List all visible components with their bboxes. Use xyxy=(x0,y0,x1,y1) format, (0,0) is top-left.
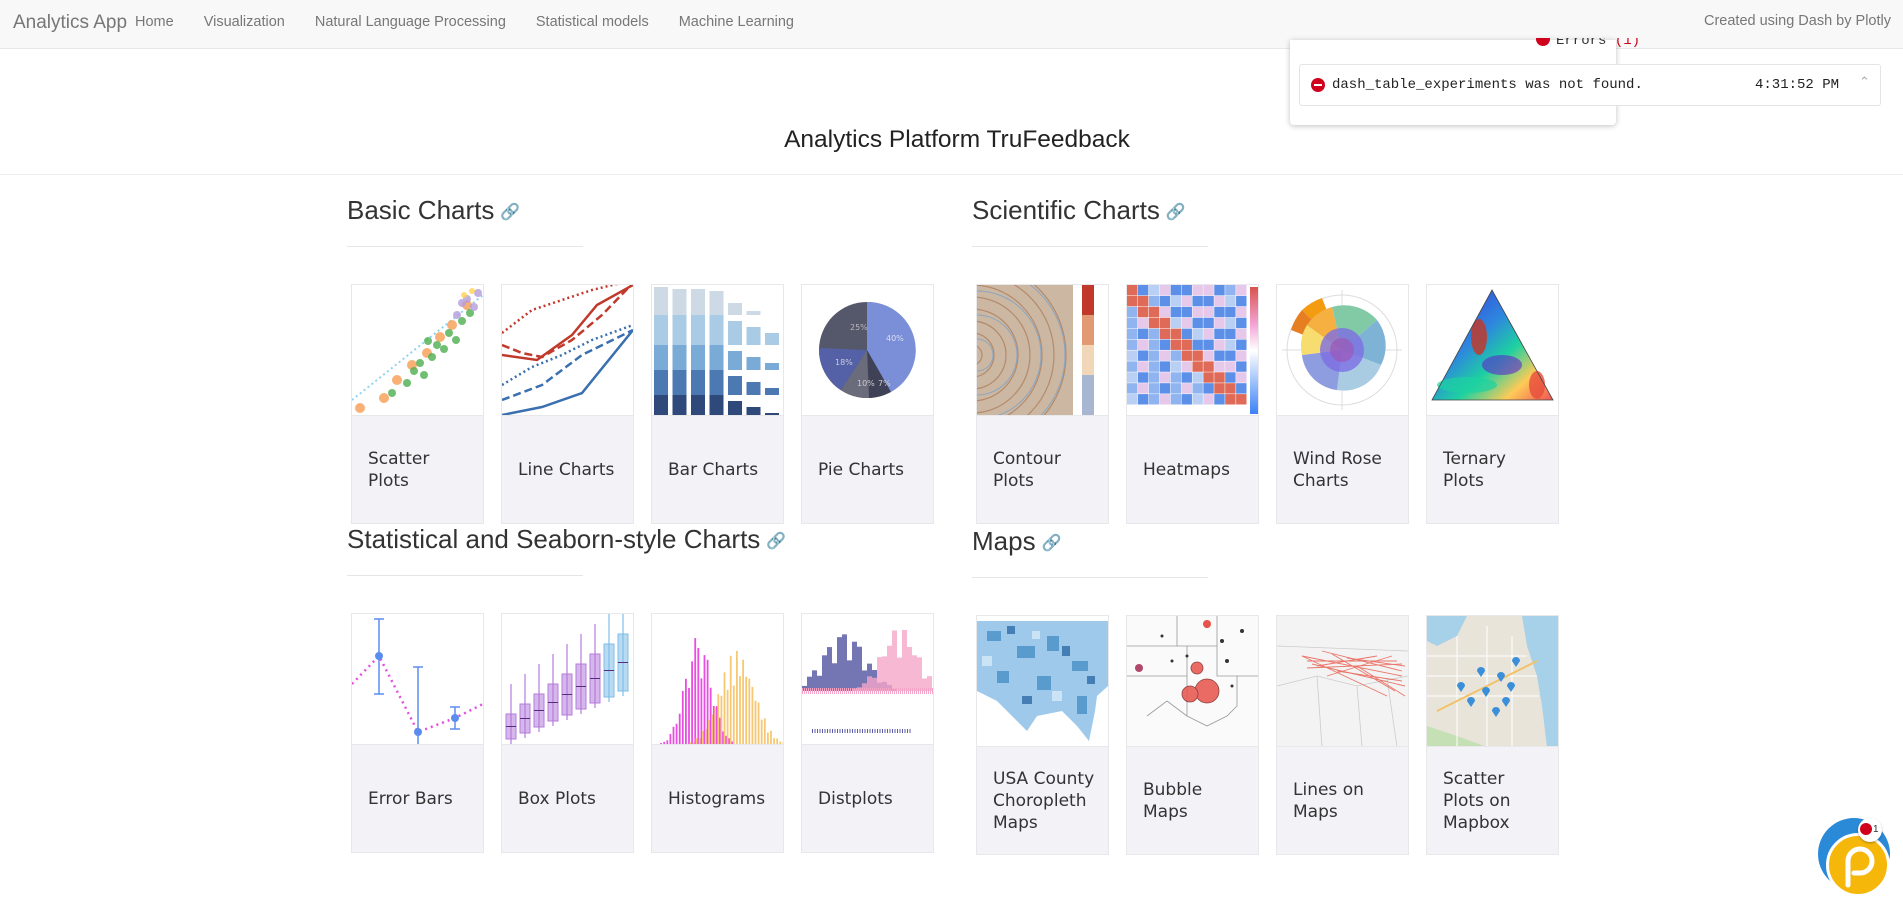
card-bar-charts[interactable]: Bar Charts xyxy=(651,284,784,524)
heatmap-thumbnail xyxy=(1127,285,1258,416)
card-ternary-plots[interactable]: Ternary Plots xyxy=(1426,284,1559,524)
pie-label: 10% xyxy=(857,379,875,388)
error-message: dash_table_experiments was not found. xyxy=(1332,77,1643,93)
card-label: Heatmaps xyxy=(1143,459,1230,480)
card-label: USA County Choropleth Maps xyxy=(993,768,1095,833)
card-scatter-plots-on-mapbox[interactable]: Scatter Plots on Mapbox xyxy=(1426,615,1559,855)
brand[interactable]: Analytics App xyxy=(13,12,127,34)
section-divider xyxy=(347,575,583,576)
card-bubble-maps[interactable]: Bubble Maps xyxy=(1126,615,1259,855)
card-label: Lines on Maps xyxy=(1293,779,1364,822)
card-distplots[interactable]: Distplots xyxy=(801,613,934,853)
card-contour-plots[interactable]: Contour Plots xyxy=(976,284,1109,524)
card-scatter-plots[interactable]: Scatter Plots xyxy=(351,284,484,524)
scatter-thumbnail xyxy=(352,285,483,416)
page-title: Analytics Platform TruFeedback xyxy=(784,126,1130,153)
card-box-plots[interactable]: Box Plots xyxy=(501,613,634,853)
chat-icon[interactable] xyxy=(1826,833,1890,897)
card-lines-on-maps[interactable]: Lines on Maps xyxy=(1276,615,1409,855)
card-pie-charts[interactable]: 25% 40% 18% 10% 7% Pie Charts xyxy=(801,284,934,524)
link-icon[interactable]: 🔗 xyxy=(766,531,786,551)
contour-thumbnail xyxy=(977,285,1108,416)
card-heatmaps[interactable]: Heatmaps xyxy=(1126,284,1259,524)
errors-count: (1) xyxy=(1614,38,1641,49)
created-by-text: Created using Dash by Plotly xyxy=(1704,13,1891,29)
nav-item-nlp[interactable]: Natural Language Processing xyxy=(315,14,506,30)
card-label: Pie Charts xyxy=(818,459,905,480)
nav-item-statistical-models[interactable]: Statistical models xyxy=(536,14,649,30)
nav-item-visualization[interactable]: Visualization xyxy=(204,14,285,30)
section-title-text: Statistical and Seaborn-style Charts xyxy=(347,524,761,554)
card-wind-rose-charts[interactable]: Wind Rose Charts xyxy=(1276,284,1409,524)
ternary-thumbnail xyxy=(1427,285,1558,416)
section-title-text: Maps xyxy=(972,526,1036,556)
card-label: Line Charts xyxy=(518,459,615,480)
link-icon[interactable]: 🔗 xyxy=(1042,533,1062,553)
mapbox-thumbnail xyxy=(1427,616,1558,747)
error-item[interactable]: dash_table_experiments was not found. 4:… xyxy=(1299,64,1881,106)
section-title-scientific-charts: Scientific Charts 🔗 xyxy=(972,195,1186,226)
errors-header[interactable]: Errors (1) xyxy=(1536,38,1640,56)
histogram-thumbnail xyxy=(652,614,783,745)
card-label: Distplots xyxy=(818,788,893,809)
badge-dot xyxy=(1860,823,1872,835)
error-time: 4:31:52 PM xyxy=(1755,77,1840,93)
card-label: Scatter Plots on Mapbox xyxy=(1443,768,1511,833)
nav-items: Home Visualization Natural Language Proc… xyxy=(135,14,824,30)
card-usa-county-choropleth[interactable]: USA County Choropleth Maps xyxy=(976,615,1109,855)
bar-thumbnail xyxy=(652,285,783,416)
card-label: Scatter Plots xyxy=(368,448,430,491)
boxplot-thumbnail xyxy=(502,614,633,745)
section-title-maps: Maps 🔗 xyxy=(972,526,1062,557)
distplot-thumbnail xyxy=(802,614,933,745)
section-title-text: Scientific Charts xyxy=(972,195,1160,225)
card-line-charts[interactable]: Line Charts xyxy=(501,284,634,524)
nav-item-machine-learning[interactable]: Machine Learning xyxy=(679,14,794,30)
card-label: Contour Plots xyxy=(993,448,1061,491)
bubblemap-thumbnail xyxy=(1127,616,1258,747)
linesmap-thumbnail xyxy=(1277,616,1408,747)
section-title-basic-charts: Basic Charts 🔗 xyxy=(347,195,520,226)
link-icon[interactable]: 🔗 xyxy=(500,202,520,222)
title-divider xyxy=(0,174,1903,175)
pie-label: 40% xyxy=(886,334,904,343)
chevron-up-icon[interactable]: ⌃ xyxy=(1859,74,1870,90)
section-divider xyxy=(347,246,583,247)
card-histograms[interactable]: Histograms xyxy=(651,613,784,853)
section-title-statistical-charts: Statistical and Seaborn-style Charts 🔗 xyxy=(347,524,786,555)
card-label: Ternary Plots xyxy=(1443,448,1506,491)
errors-label: Errors xyxy=(1556,38,1607,49)
card-label: Bubble Maps xyxy=(1143,779,1203,822)
windrose-thumbnail xyxy=(1277,285,1408,416)
pie-label: 25% xyxy=(850,323,868,332)
card-label: Histograms xyxy=(668,788,766,809)
section-title-text: Basic Charts xyxy=(347,195,495,225)
pie-label: 18% xyxy=(835,358,853,367)
choropleth-thumbnail xyxy=(977,616,1108,747)
errorbar-thumbnail xyxy=(352,614,483,745)
card-label: Bar Charts xyxy=(668,459,759,480)
section-divider xyxy=(972,246,1208,247)
error-status-icon xyxy=(1536,38,1550,46)
line-thumbnail xyxy=(502,285,633,416)
notification-badge[interactable]: 1 xyxy=(1858,818,1882,842)
link-icon[interactable]: 🔗 xyxy=(1166,202,1186,222)
error-icon xyxy=(1311,78,1325,92)
card-error-bars[interactable]: Error Bars xyxy=(351,613,484,853)
card-label: Wind Rose Charts xyxy=(1293,448,1382,491)
card-label: Box Plots xyxy=(518,788,596,809)
card-label: Error Bars xyxy=(368,788,453,809)
pie-label: 7% xyxy=(878,379,891,388)
pie-thumbnail: 25% 40% 18% 10% 7% xyxy=(802,285,933,416)
badge-count: 1 xyxy=(1873,824,1879,835)
nav-item-home[interactable]: Home xyxy=(135,14,174,30)
section-divider xyxy=(972,577,1208,578)
